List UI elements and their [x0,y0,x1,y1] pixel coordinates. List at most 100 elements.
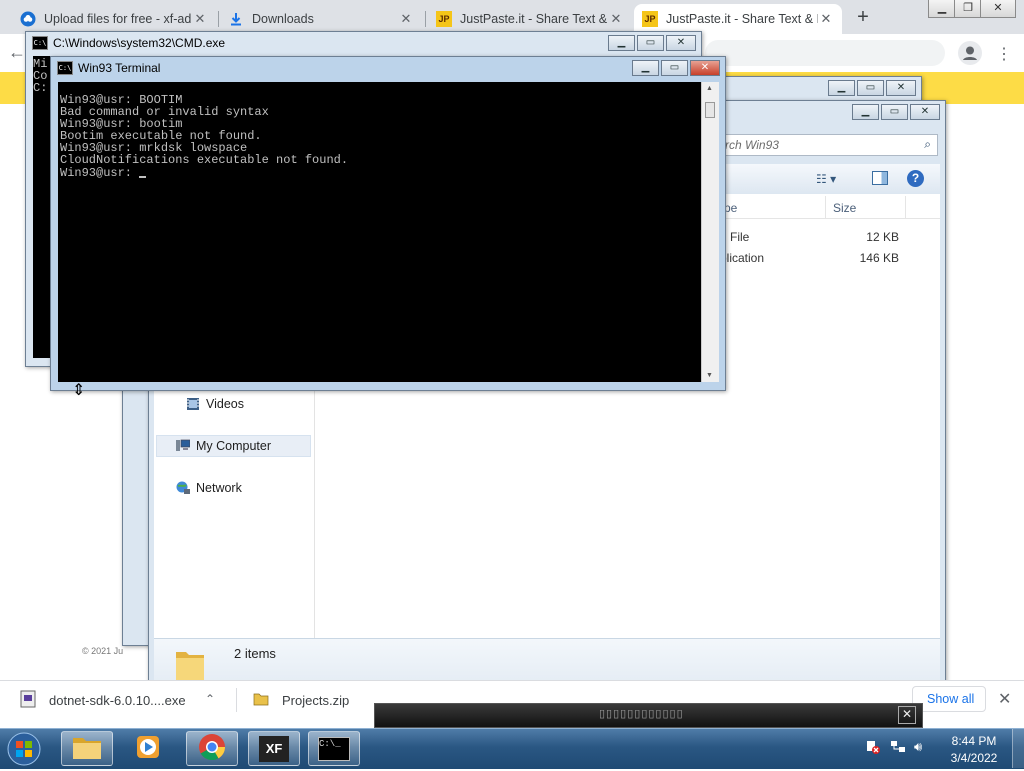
search-placeholder: rch Win93 [725,138,779,152]
network-tray-icon[interactable] [890,740,906,754]
maximize-button[interactable]: ▭ [857,80,884,96]
volume-icon[interactable]: 🔊︎ [914,739,922,755]
terminal-console[interactable]: Win93@usr: BOOTIM Bad command or invalid … [58,82,701,382]
installer-file-icon [20,690,36,708]
clock-time[interactable]: 8:44 PM [944,734,1004,748]
tab-title: Upload files for free - xf-ad [44,12,192,26]
column-divider [905,196,906,218]
menu-dots-icon[interactable]: ⋮ [996,44,1012,64]
close-button[interactable]: ✕ [886,80,916,96]
justpaste-icon: JP [436,11,452,27]
maximize-button[interactable]: ❐ [954,0,982,18]
close-icon[interactable]: ✕ [608,11,624,27]
upload-cloud-icon [20,11,36,27]
taskbar-explorer[interactable] [61,731,113,766]
file-type-cell[interactable]: plication [720,251,764,265]
resize-cursor-icon: ⇕ [72,382,86,399]
item-count: 2 items [234,646,276,661]
cmd-icon: C:\ [32,36,48,50]
cmd-title: C:\Windows\system32\CMD.exe [53,36,226,50]
file-type-cell[interactable]: File [730,230,749,244]
navigation-pane [154,390,315,638]
close-button[interactable]: ✕ [910,104,940,120]
taskbar-cmd[interactable]: C:\_ [308,731,360,766]
download-item-name[interactable]: dotnet-sdk-6.0.10....exe [49,693,186,708]
file-size-cell[interactable]: 12 KB [850,230,899,244]
minimize-button[interactable]: ▁ [828,80,855,96]
start-button[interactable] [4,730,44,768]
terminal-prompt: Win93@usr: [60,165,140,180]
tab-separator [218,11,219,27]
chevron-up-icon[interactable]: ⌃ [205,692,215,706]
close-icon[interactable]: ✕ [898,706,916,724]
close-button[interactable]: ✕ [666,35,696,51]
taskbar-media-player[interactable] [122,731,174,766]
terminal-title: Win93 Terminal [78,61,161,75]
nav-label: My Computer [196,439,272,453]
tab-justpaste-1[interactable]: JP JustPaste.it - Share Text & I ✕ [428,4,632,34]
help-icon[interactable]: ? [907,170,924,187]
maximize-button[interactable]: ▭ [661,60,688,76]
show-all-button[interactable]: Show all [912,686,986,712]
nav-item-my-computer[interactable]: My Computer [158,436,271,456]
minimize-button[interactable]: ▁ [928,0,956,18]
taskbar-chrome[interactable] [186,731,238,766]
new-tab-button[interactable]: + [852,6,874,28]
file-size-cell[interactable]: 146 KB [850,251,899,265]
minimize-button[interactable]: ▁ [852,104,879,120]
column-type[interactable]: pe [724,201,737,215]
download-item-name[interactable]: Projects.zip [282,693,349,708]
overlay-text: ▯▯▯▯▯▯▯▯▯▯▯▯ [599,708,684,720]
media-player-icon [135,734,161,763]
column-divider [825,196,826,218]
maximize-button[interactable]: ▭ [637,35,664,51]
nav-item-videos[interactable]: Videos [158,394,244,414]
tab-upload-files[interactable]: Upload files for free - xf-ad ✕ [12,4,216,34]
preview-pane-icon[interactable] [872,171,888,185]
tab-title: JustPaste.it - Share Text & I [460,12,608,26]
show-desktop-button[interactable] [1012,729,1024,768]
tab-downloads[interactable]: Downloads ✕ [220,4,422,34]
computer-icon [176,439,191,453]
xf-app-icon: XF [259,735,289,762]
nav-item-network[interactable]: Network [158,478,242,498]
back-arrow-icon[interactable]: ← [8,42,26,63]
close-icon[interactable]: ✕ [192,11,208,27]
scroll-down-icon[interactable]: ▼ [706,372,713,379]
close-button[interactable]: ✕ [690,60,720,76]
scroll-up-icon[interactable]: ▲ [706,85,713,92]
search-icon: ⌕ [924,137,931,151]
close-icon[interactable]: ✕ [998,689,1011,709]
network-icon [176,481,190,495]
tab-justpaste-2[interactable]: JP JustPaste.it - Share Text & I ✕ [634,4,842,34]
maximize-button[interactable]: ▭ [881,104,908,120]
tab-title: Downloads [252,12,314,26]
show-all-label: Show all [927,692,975,706]
explorer-icon [72,734,102,763]
column-size[interactable]: Size [833,201,856,215]
minimize-button[interactable]: ▁ [632,60,659,76]
taskbar-xf-app[interactable]: XF [248,731,300,766]
terminal-titlebar[interactable]: C:\ Win93 Terminal [51,57,725,79]
nav-label: Network [196,481,242,495]
cmd-titlebar[interactable]: C:\ C:\Windows\system32\CMD.exe [26,32,701,54]
download-separator [236,688,237,712]
clock-date[interactable]: 3/4/2022 [944,751,1004,765]
address-bar[interactable] [705,40,945,66]
close-button[interactable]: ✕ [980,0,1016,18]
folder-icon [174,644,206,684]
chrome-icon [198,733,226,764]
minimize-button[interactable]: ▁ [608,35,635,51]
action-center-icon[interactable] [866,740,880,754]
nav-label: Videos [206,397,244,411]
terminal-icon: C:\ [57,61,73,75]
tab-separator [425,11,426,27]
close-icon[interactable]: ✕ [818,11,834,27]
scrollbar-thumb[interactable] [705,102,715,118]
view-options-icon[interactable]: ☷ ▾ [816,172,836,186]
close-icon[interactable]: ✕ [398,11,414,27]
justpaste-icon: JP [642,11,658,27]
search-input[interactable]: rch Win93 ⌕ [690,134,938,156]
terminal-scrollbar[interactable]: ▲ ▼ [701,82,719,382]
profile-icon[interactable] [958,41,982,65]
